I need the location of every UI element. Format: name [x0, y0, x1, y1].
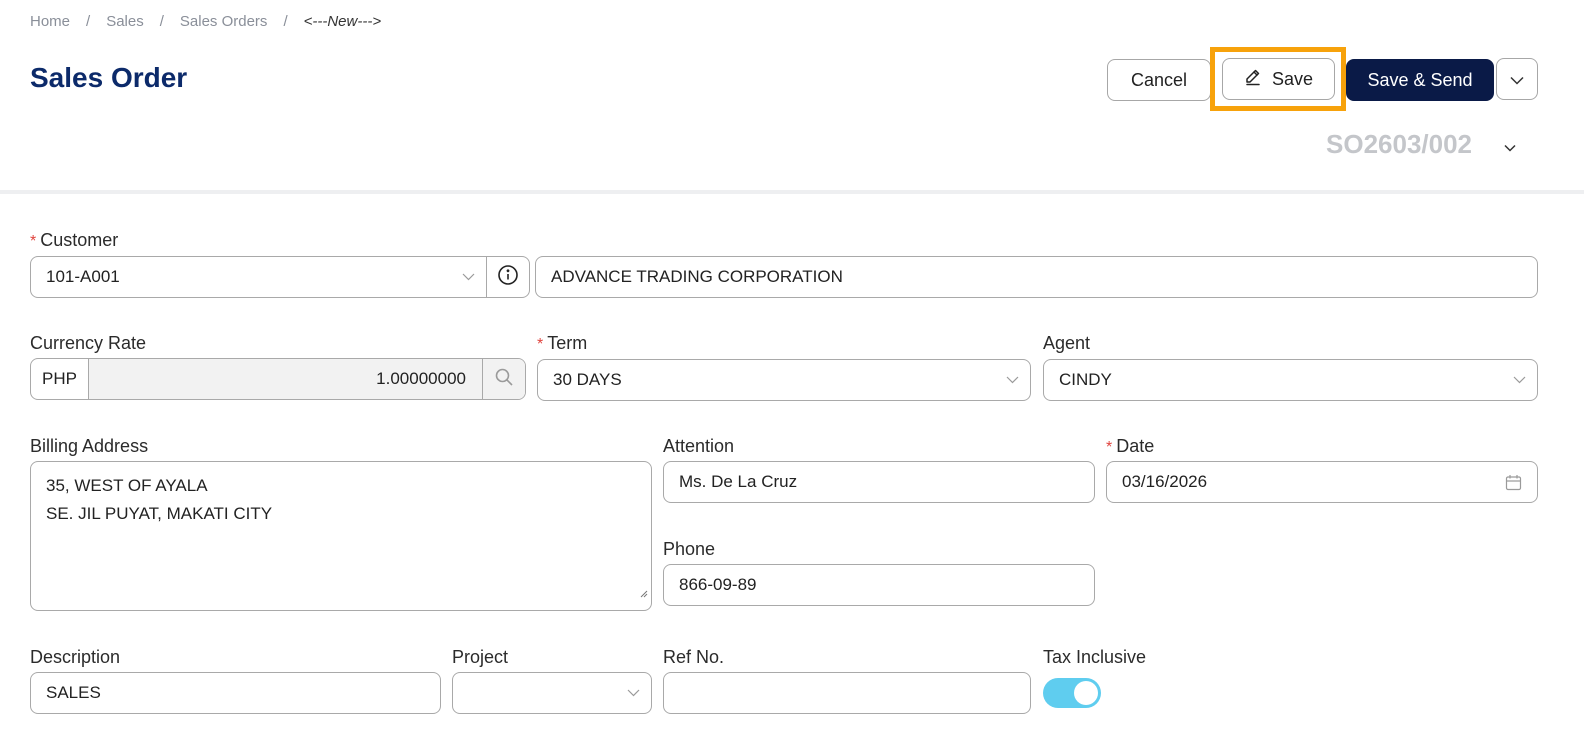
project-label: Project	[452, 647, 509, 667]
ref-no-field[interactable]	[663, 672, 1031, 714]
header-divider	[0, 190, 1584, 194]
phone-label: Phone	[663, 539, 716, 559]
breadcrumb-current: <---New--->	[303, 13, 382, 30]
agent-select[interactable]: CINDY	[1043, 359, 1538, 401]
toggle-knob	[1074, 681, 1098, 705]
chevron-down-icon	[994, 376, 1030, 384]
cancel-button[interactable]: Cancel	[1107, 59, 1211, 101]
agent-label: Agent	[1043, 333, 1091, 353]
breadcrumb: Home / Sales / Sales Orders / <---New---…	[30, 13, 381, 30]
billing-address-line-1: 35, WEST OF AYALA	[46, 476, 208, 495]
customer-code-value: 101-A001	[46, 267, 120, 286]
phone-field[interactable]: 866-09-89	[663, 564, 1095, 606]
document-number: SO2603/002	[1326, 129, 1473, 159]
date-label: * Date	[1106, 436, 1155, 456]
chevron-down-icon	[1501, 376, 1537, 384]
breadcrumb-separator: /	[283, 13, 288, 30]
breadcrumb-separator: /	[86, 13, 91, 30]
save-and-send-button[interactable]: Save & Send	[1346, 59, 1494, 101]
term-label: * Term	[537, 333, 588, 353]
tax-inclusive-label: Tax Inclusive	[1043, 647, 1147, 667]
attention-label: Attention	[663, 436, 735, 456]
info-icon	[497, 264, 519, 291]
chevron-down-icon	[450, 273, 486, 281]
tax-inclusive-toggle[interactable]	[1043, 678, 1101, 708]
currency-rate-group: PHP 1.00000000	[30, 358, 526, 400]
billing-address-label: Billing Address	[30, 436, 149, 456]
attention-field[interactable]: Ms. De La Cruz	[663, 461, 1095, 503]
customer-label: * Customer	[30, 230, 119, 250]
calendar-icon[interactable]	[1489, 474, 1537, 491]
customer-info-button[interactable]	[486, 256, 530, 298]
chevron-down-icon	[1510, 69, 1524, 90]
billing-address-line-2: SE. JIL PUYAT, MAKATI CITY	[46, 504, 273, 523]
breadcrumb-sales[interactable]: Sales	[106, 13, 144, 30]
currency-code: PHP	[31, 359, 89, 399]
pencil-icon	[1244, 68, 1262, 91]
customer-name-field[interactable]: ADVANCE TRADING CORPORATION	[535, 256, 1538, 298]
currency-rate-label: Currency Rate	[30, 333, 147, 353]
chevron-down-icon[interactable]	[1503, 140, 1517, 158]
date-picker[interactable]: 03/16/2026	[1106, 461, 1538, 503]
more-actions-button[interactable]	[1496, 58, 1538, 100]
save-button[interactable]: Save	[1222, 58, 1335, 100]
currency-rate-input[interactable]: 1.00000000	[89, 359, 482, 399]
billing-address-textarea[interactable]: 35, WEST OF AYALA SE. JIL PUYAT, MAKATI …	[30, 461, 652, 611]
description-field[interactable]: SALES	[30, 672, 441, 714]
currency-search-button[interactable]	[482, 359, 525, 399]
breadcrumb-home[interactable]: Home	[30, 13, 70, 30]
save-button-label: Save	[1271, 68, 1314, 89]
description-label: Description	[30, 647, 121, 667]
chevron-down-icon	[615, 689, 651, 697]
term-select[interactable]: 30 DAYS	[537, 359, 1031, 401]
ref-no-label: Ref No.	[663, 647, 725, 667]
breadcrumb-separator: /	[159, 13, 164, 30]
breadcrumb-sales-orders[interactable]: Sales Orders	[180, 13, 268, 30]
page-title: Sales Order	[30, 62, 188, 93]
search-icon	[494, 367, 514, 392]
project-select[interactable]	[452, 672, 652, 714]
customer-code-select[interactable]: 101-A001	[30, 256, 487, 298]
resize-grip-icon[interactable]	[638, 579, 648, 607]
